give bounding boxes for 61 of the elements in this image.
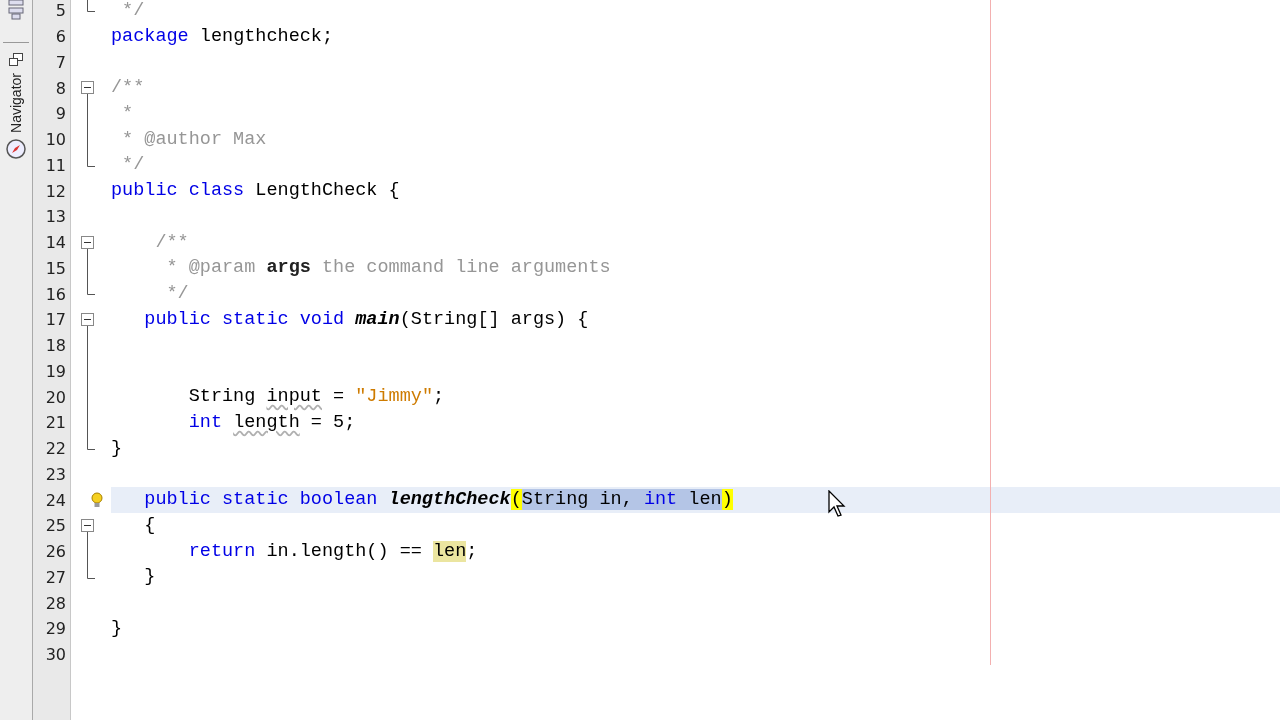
fold-line [87,255,88,282]
fold-end-icon [87,0,95,12]
fold-end-icon [87,281,95,296]
lightbulb-icon[interactable] [91,492,103,509]
line-number: 20 [44,386,67,409]
line-number: 7 [54,51,67,74]
code-line: } [111,437,123,460]
code-line: * [121,102,134,125]
line-number: 21 [44,412,67,435]
code-line: /** [111,77,145,100]
fold-toggle-icon[interactable] [81,519,94,539]
code-line: */ [121,154,145,177]
line-number: 15 [44,257,67,280]
hierarchy-icon[interactable] [7,0,25,20]
line-number: 5 [54,0,67,23]
line-number: 8 [54,77,67,100]
fold-toggle-icon[interactable] [81,313,94,333]
code-line: /** [154,231,189,254]
line-number: 18 [44,335,67,358]
line-number: 25 [44,515,67,538]
code-line: */ [165,283,189,306]
line-number: 11 [44,154,67,177]
code-line: public class LengthCheck { [111,180,400,203]
line-number: 9 [54,103,67,126]
line-number: 16 [44,283,67,306]
line-number: 29 [44,618,67,641]
fold-end-icon [87,435,95,450]
fold-line [87,538,88,565]
window-icon[interactable] [9,53,23,67]
line-number: 24 [44,489,67,512]
line-number: 23 [44,463,67,486]
navigator-tab[interactable]: Navigator [8,67,24,139]
line-number: 13 [44,206,67,229]
code-line: */ [121,0,145,22]
line-number: 10 [44,129,67,152]
fold-end-icon [87,564,95,579]
code-line: } [111,617,123,640]
line-number: 22 [44,438,67,461]
code-line: String input = "Jimmy"; [187,386,445,409]
mouse-pointer-icon [828,490,846,518]
line-number: 12 [44,180,67,203]
line-number: 14 [44,232,67,255]
line-number: 19 [44,360,67,383]
fold-end-icon [87,152,95,167]
code-line: { [143,514,156,537]
fold-toggle-icon[interactable] [81,81,94,102]
code-line: return in.length() == len; [187,540,478,563]
fold-toggle-icon[interactable] [81,235,94,256]
compass-icon[interactable] [6,138,26,159]
code-line: * @param args the command line arguments [165,257,611,280]
code-line: * @author Max [121,128,267,151]
code-line: int length = 5; [187,411,356,434]
line-number: 26 [44,541,67,564]
line-number: 17 [44,309,67,332]
line-number: 28 [44,592,67,615]
line-number: 6 [54,26,67,49]
code-line: package lengthcheck; [111,25,334,48]
code-line: public static void main(String[] args) { [143,308,589,331]
line-number: 27 [44,566,67,589]
code-line: } [143,566,156,589]
line-number: 30 [44,644,67,667]
